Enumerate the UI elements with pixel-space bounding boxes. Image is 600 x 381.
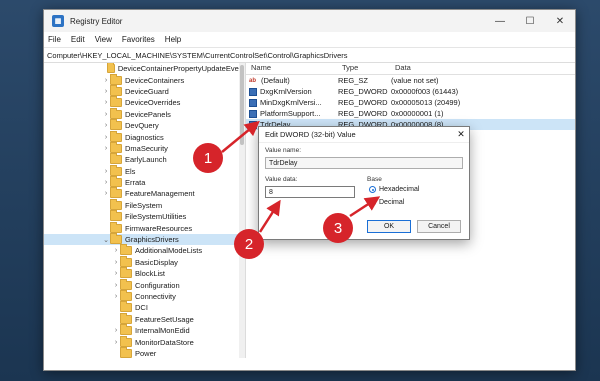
annotation-badge-2: 2 [234,229,264,259]
annotation-arrows [221,120,381,233]
annotation-badge-1: 1 [193,143,223,173]
annotation-badge-3: 3 [323,213,353,243]
arrow-1 [221,120,260,153]
arrow-2 [258,199,281,233]
arrow-3 [349,196,381,218]
